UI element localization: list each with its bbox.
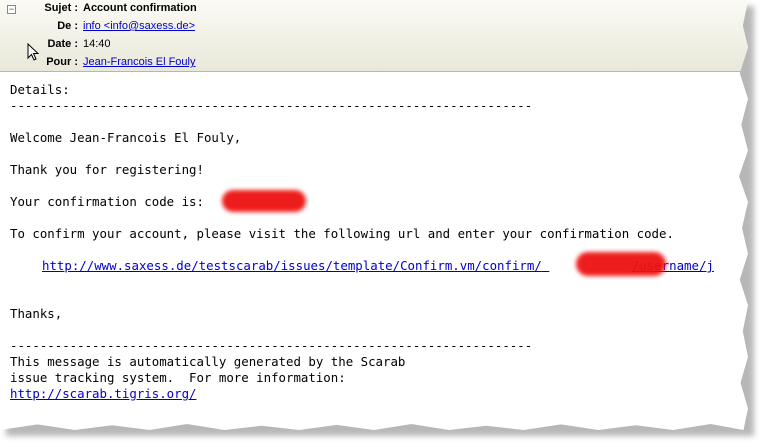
date-row: Date : 14:40: [0, 36, 748, 52]
from-row: De : info <info@saxess.de>: [0, 18, 748, 34]
confirmation-code-label: Your confirmation code is:: [10, 194, 212, 209]
thank-you-line: Thank you for registering!: [10, 162, 204, 177]
from-label: De :: [57, 20, 78, 32]
email-header: − Sujet : Account confirmation De : info…: [0, 0, 748, 72]
scarab-url[interactable]: http://scarab.tigris.org/: [10, 386, 197, 401]
redaction-mark-url: [576, 252, 666, 276]
separator-rule-top: ----------------------------------------…: [10, 98, 533, 113]
subject-label: Sujet :: [44, 2, 78, 14]
separator-rule-bottom: ----------------------------------------…: [10, 338, 533, 353]
instructions-line: To confirm your account, please visit th…: [10, 226, 674, 241]
subject-value: Account confirmation: [83, 2, 197, 14]
to-label: Pour :: [46, 56, 78, 68]
footer-line-2: issue tracking system. For more informat…: [10, 370, 346, 385]
date-label: Date :: [47, 38, 78, 50]
to-link[interactable]: Jean-Francois El Fouly: [83, 54, 196, 70]
scarab-link: http://scarab.tigris.org/: [10, 386, 197, 402]
email-body: Details: -------------------------------…: [10, 82, 748, 401]
redaction-mark-code: [222, 190, 306, 212]
details-heading: Details:: [10, 82, 70, 97]
date-value: 14:40: [83, 38, 111, 50]
from-link[interactable]: info <info@saxess.de>: [83, 18, 195, 34]
thanks-line: Thanks,: [10, 306, 63, 321]
to-row: Pour : Jean-Francois El Fouly: [0, 54, 748, 70]
confirm-url-link[interactable]: http://www.saxess.de/testscarab/issues/t…: [42, 258, 542, 273]
email-viewer: − Sujet : Account confirmation De : info…: [0, 0, 748, 430]
welcome-line: Welcome Jean-Francois El Fouly,: [10, 130, 242, 145]
subject-row: Sujet : Account confirmation: [0, 0, 748, 16]
footer-line-1: This message is automatically generated …: [10, 354, 406, 369]
mouse-cursor-icon: [27, 43, 39, 61]
